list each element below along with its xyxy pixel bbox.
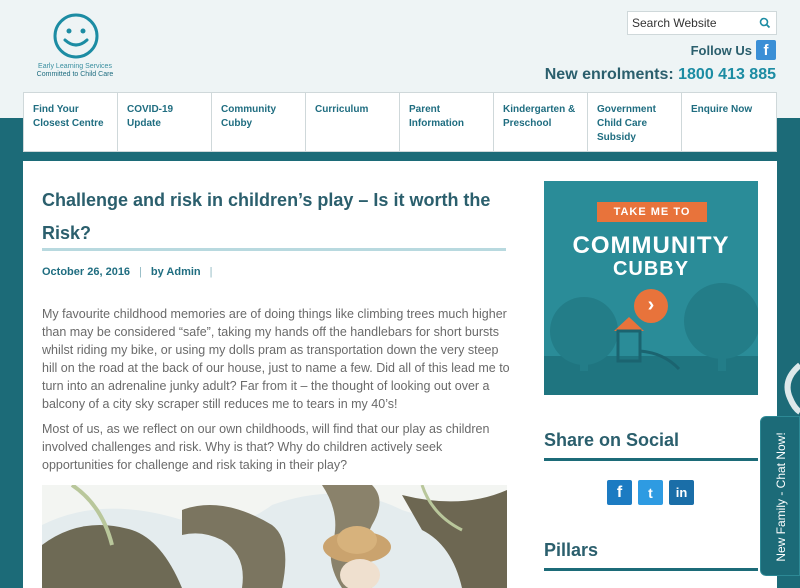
article-meta: October 26, 2016 | by Admin |: [42, 265, 222, 279]
smiley-logo-icon: [53, 13, 99, 59]
child-in-tree-image: [42, 485, 507, 588]
nav-item-parent-information[interactable]: Parent Information: [400, 93, 494, 151]
nav-item-enquire-now[interactable]: Enquire Now: [682, 93, 776, 151]
article-paragraph: My favourite childhood memories are of d…: [42, 307, 510, 411]
enrolments-label: New enrolments:: [544, 66, 674, 83]
chat-now-label: New Family - Chat Now!: [774, 432, 788, 562]
share-divider: [544, 458, 758, 461]
search-box: [627, 11, 777, 35]
nav-item-curriculum[interactable]: Curriculum: [306, 93, 400, 151]
social-share-links: f t in: [607, 480, 694, 505]
meta-separator: |: [209, 266, 213, 278]
main-nav: Find Your Closest Centre COVID-19 Update…: [23, 92, 777, 152]
follow-us-label: Follow Us: [690, 42, 752, 58]
pillars-divider: [544, 568, 758, 571]
search-input[interactable]: [632, 15, 752, 31]
article-date[interactable]: October 26, 2016: [42, 266, 130, 278]
logo-tagline-1: Early Learning Services: [38, 63, 112, 70]
search-icon[interactable]: [758, 16, 772, 30]
nav-item-child-care-subsidy[interactable]: Government Child Care Subsidy: [588, 93, 682, 151]
promo-title-line-1: COMMUNITY: [572, 232, 730, 259]
linkedin-icon[interactable]: in: [669, 480, 694, 505]
nav-item-community-cubby[interactable]: Community Cubby: [212, 93, 306, 151]
article-photo: [42, 485, 507, 588]
meta-separator: |: [139, 266, 142, 278]
twitter-icon[interactable]: t: [638, 480, 663, 505]
share-heading: Share on Social: [544, 430, 680, 450]
nav-item-find-centre[interactable]: Find Your Closest Centre: [24, 93, 118, 151]
nav-item-kindergarten[interactable]: Kindergarten & Preschool: [494, 93, 588, 151]
promo-title-line-2: CUBBY: [612, 258, 690, 280]
community-cubby-promo[interactable]: TAKE ME TO COMMUNITY CUBBY ›: [544, 181, 758, 395]
enrolments-phone[interactable]: 1800 413 885: [678, 66, 776, 83]
facebook-icon[interactable]: f: [756, 40, 776, 60]
article-author[interactable]: by Admin: [151, 266, 201, 278]
logo[interactable]: Early Learning Services Committed to Chi…: [30, 12, 120, 82]
follow-us: Follow Us f: [691, 40, 776, 60]
title-divider: [42, 248, 506, 251]
pillars-heading: Pillars: [544, 540, 599, 560]
article-paragraph: Most of us, as we reflect on our own chi…: [42, 422, 490, 472]
enrolments-banner: New enrolments: 1800 413 885: [545, 66, 776, 84]
article-title: Challenge and risk in children’s play – …: [42, 190, 491, 243]
decorative-swirl-icon: [784, 362, 800, 415]
promo-tag: TAKE ME TO: [597, 202, 707, 222]
arrow-right-icon[interactable]: ›: [634, 289, 668, 323]
facebook-icon[interactable]: f: [607, 480, 632, 505]
nav-item-covid-update[interactable]: COVID-19 Update: [118, 93, 212, 151]
logo-tagline-2: Committed to Child Care: [36, 71, 114, 78]
chat-now-tab[interactable]: New Family - Chat Now!: [760, 416, 800, 576]
